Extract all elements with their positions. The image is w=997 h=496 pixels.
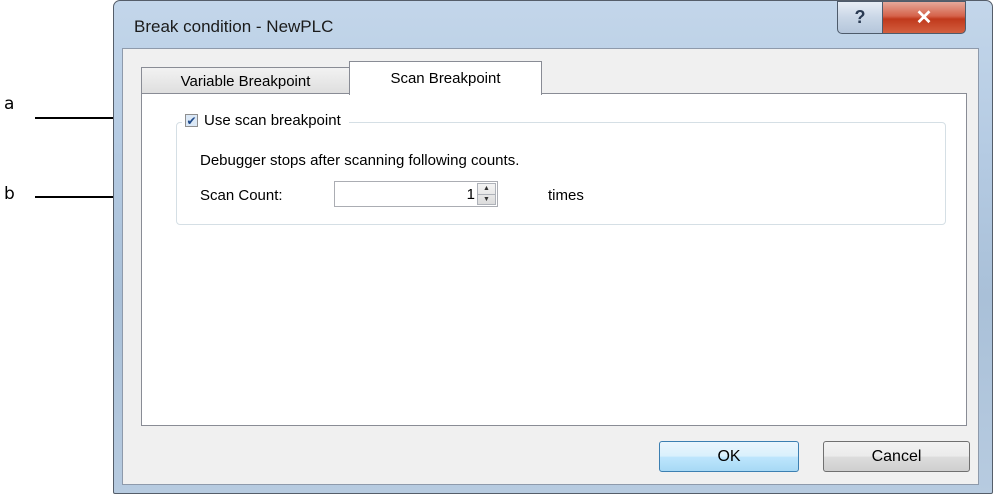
- cancel-button[interactable]: Cancel: [823, 441, 970, 472]
- window-title: Break condition - NewPLC: [134, 17, 334, 36]
- tab-scan-breakpoint[interactable]: Scan Breakpoint: [349, 61, 542, 95]
- dialog-client-area: Variable Breakpoint Scan Breakpoint ✔ Us…: [122, 48, 979, 485]
- stepper-up-icon[interactable]: ▲: [478, 184, 495, 194]
- stepper-down-icon[interactable]: ▼: [478, 193, 495, 205]
- use-scan-breakpoint-checkbox[interactable]: ✔ Use scan breakpoint: [182, 112, 349, 129]
- description-text: Debugger stops after scanning following …: [200, 152, 520, 169]
- tab-variable-breakpoint[interactable]: Variable Breakpoint: [141, 67, 350, 94]
- times-unit-label: times: [548, 187, 584, 204]
- help-icon: ?: [854, 7, 866, 27]
- help-button[interactable]: ?: [837, 1, 883, 34]
- annotation-label-a: a: [4, 94, 15, 114]
- scan-count-stepper[interactable]: 1 ▲ ▼: [334, 181, 498, 207]
- stepper-buttons[interactable]: ▲ ▼: [477, 183, 496, 205]
- ok-button[interactable]: OK: [659, 441, 799, 472]
- annotation-label-b: b: [4, 184, 15, 204]
- close-button[interactable]: ✕: [882, 1, 966, 34]
- break-condition-dialog: Break condition - NewPLC ? ✕ Variable Br…: [113, 0, 993, 494]
- scan-breakpoint-group: [176, 122, 946, 225]
- scan-breakpoint-page: ✔ Use scan breakpoint Debugger stops aft…: [141, 93, 967, 426]
- scan-count-value[interactable]: 1: [467, 186, 475, 203]
- scan-count-label: Scan Count:: [200, 187, 283, 204]
- checkbox-checked-icon[interactable]: ✔: [185, 114, 198, 127]
- close-icon: ✕: [915, 7, 933, 29]
- use-scan-breakpoint-label: Use scan breakpoint: [204, 112, 341, 129]
